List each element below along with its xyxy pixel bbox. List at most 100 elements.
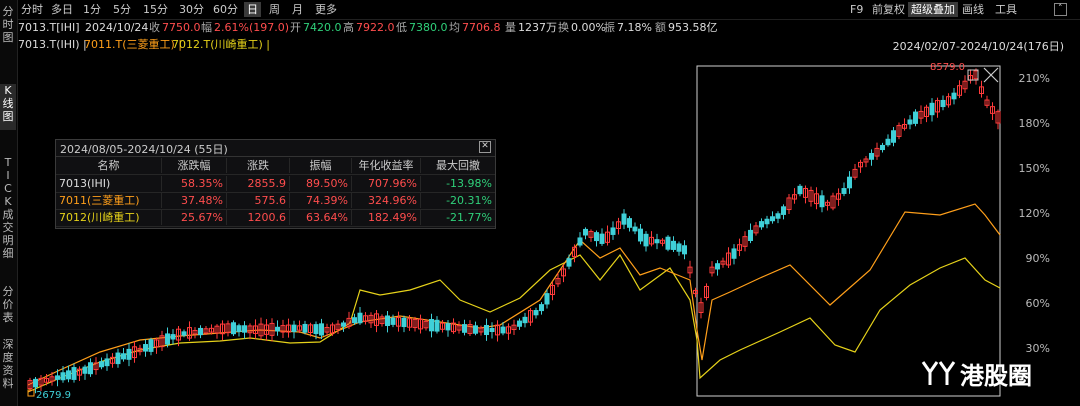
- stats-cell: 37.48%: [161, 193, 226, 208]
- candle: [181, 331, 187, 336]
- candle: [539, 304, 544, 312]
- close-selection-icon: [983, 67, 999, 83]
- interval-stats-panel: 2024/08/05-2024/10/24 (55日) ✕ 名称 涨跌幅 涨跌 振幅年…: [55, 139, 496, 229]
- candle: [847, 176, 852, 189]
- selection-box: [696, 65, 1001, 397]
- y-tick-label: 150%: [1018, 162, 1050, 175]
- y-tick-label: 30%: [1025, 342, 1050, 355]
- stats-cell: 7013(IHI): [59, 177, 111, 190]
- stats-cell: 58.35%: [161, 176, 226, 191]
- candle: [577, 237, 583, 246]
- candle: [594, 232, 599, 242]
- candle: [60, 372, 66, 381]
- candle: [533, 310, 539, 316]
- candle: [517, 320, 522, 327]
- watermark-logo-icon: [921, 361, 956, 385]
- y-tick-label: 180%: [1018, 117, 1050, 130]
- candle: [544, 293, 550, 305]
- candle: [242, 325, 247, 333]
- candle: [715, 263, 720, 270]
- candle: [198, 327, 203, 336]
- stats-cell: -21.77%: [420, 210, 495, 225]
- candle: [610, 227, 616, 235]
- candle: [401, 317, 407, 328]
- series-line-7011: [27, 203, 1001, 386]
- stats-title: 2024/08/05-2024/10/24 (55日): [60, 143, 228, 156]
- y-tick-label: 210%: [1018, 72, 1050, 85]
- stats-cell: 63.64%: [289, 210, 351, 225]
- candle: [231, 322, 236, 335]
- candle: [522, 316, 528, 324]
- candle: [841, 188, 847, 194]
- candle: [665, 236, 671, 250]
- candle: [632, 226, 638, 232]
- stats-header-row: 名称 涨跌幅 涨跌 振幅 年化收益率 最大回撤: [56, 157, 495, 175]
- candle: [566, 258, 572, 267]
- stats-header: 2024/08/05-2024/10/24 (55日) ✕: [56, 140, 495, 157]
- candle: [148, 339, 154, 352]
- candle: [951, 92, 957, 100]
- candle: [445, 323, 451, 331]
- stats-cell: 1200.6: [226, 210, 289, 225]
- candle: [748, 229, 753, 241]
- candle: [82, 366, 88, 374]
- stats-cell: -13.98%: [420, 176, 495, 191]
- candle: [759, 221, 764, 228]
- candle: [462, 324, 467, 333]
- candle: [940, 99, 946, 108]
- candle: [165, 333, 170, 345]
- candle: [55, 375, 60, 380]
- candle: [473, 325, 478, 334]
- candle: [797, 185, 803, 195]
- candle: [71, 367, 77, 380]
- candle: [819, 195, 825, 208]
- candle: [357, 312, 363, 324]
- stats-row: 7013(IHI) 58.35% 2855.9 89.50% 707.96% -13.98…: [56, 175, 495, 193]
- stats-col-header: 涨跌幅: [161, 158, 226, 173]
- candle: [99, 361, 104, 368]
- candle: [880, 144, 885, 151]
- stats-row: 7011(三菱重工) 37.48% 575.6 74.39% 324.96% -20.31…: [56, 192, 495, 210]
- candle: [682, 245, 687, 255]
- candle: [869, 152, 874, 160]
- candle: [236, 325, 242, 332]
- candle: [66, 370, 71, 380]
- candle: [764, 218, 770, 225]
- candle: [115, 352, 121, 365]
- stats-cell: 7012(川崎重工): [59, 211, 140, 224]
- stats-cell: 182.49%: [351, 210, 420, 225]
- candle: [341, 322, 346, 327]
- candle: [390, 317, 396, 325]
- candle: [489, 327, 495, 333]
- candle: [643, 233, 649, 247]
- candle: [291, 324, 297, 332]
- candle: [429, 318, 434, 332]
- candle: [781, 206, 786, 215]
- stats-cell: 89.50%: [289, 176, 351, 191]
- candle: [143, 344, 148, 352]
- close-icon[interactable]: ✕: [479, 141, 491, 153]
- candle: [676, 243, 682, 252]
- candle: [434, 319, 440, 332]
- candle: [621, 213, 627, 225]
- stats-cell: 575.6: [226, 193, 289, 208]
- candle: [885, 138, 891, 146]
- stats-col-header: 最大回撤: [420, 158, 495, 173]
- stats-cell: 707.96%: [351, 176, 420, 191]
- candle: [770, 216, 775, 222]
- candle: [104, 358, 110, 367]
- candle: [500, 326, 506, 334]
- stats-cell: -20.31%: [420, 193, 495, 208]
- candle: [170, 334, 176, 340]
- stats-col-header: 涨跌: [226, 158, 289, 173]
- candle: [319, 323, 324, 336]
- candle: [627, 218, 632, 228]
- candle: [484, 324, 489, 336]
- candle: [907, 119, 913, 125]
- low-price-label: 2679.9: [36, 390, 71, 401]
- candle: [33, 378, 38, 388]
- y-tick-label: 90%: [1025, 252, 1050, 265]
- candle: [313, 324, 319, 335]
- stats-col-header: 年化收益率: [351, 158, 420, 173]
- candle: [126, 348, 132, 360]
